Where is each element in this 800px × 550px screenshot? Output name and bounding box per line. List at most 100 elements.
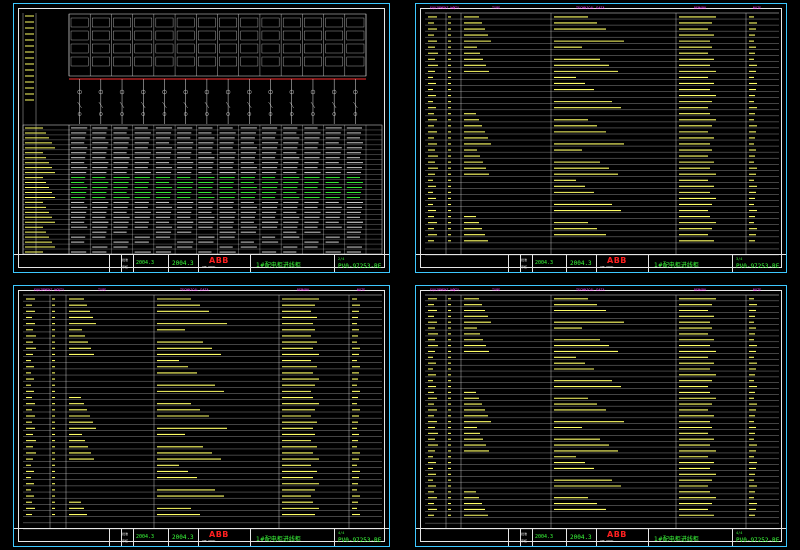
cabinet-compartment — [92, 17, 110, 28]
col-header-remark: REMARK — [694, 288, 707, 292]
date-text: 2004.3 — [535, 260, 554, 266]
col-header-qty: QTY — [453, 288, 460, 292]
cabinet-compartment — [155, 43, 174, 54]
cabinet-compartment — [325, 43, 343, 54]
single-line-diagram — [22, 13, 383, 255]
cabinet-compartment — [219, 30, 237, 41]
approved-label: 批准 — [122, 258, 129, 262]
cabinet-compartment — [261, 56, 280, 67]
cabinet-compartment — [134, 30, 153, 41]
approved-label: 批准 — [521, 258, 528, 262]
cabinet-compartment — [282, 56, 301, 67]
abb-logo: ABB — [209, 256, 229, 265]
cabinet-compartment — [282, 17, 301, 28]
cabinet-compartment — [346, 17, 365, 28]
project-title: 1#配电柜进线柜 — [654, 536, 699, 543]
cabinet-compartment — [219, 17, 237, 28]
project-title: 1#配电柜进线柜 — [654, 262, 699, 269]
col-header-remark: REMARK — [297, 288, 310, 292]
cabinet-compartment — [113, 56, 131, 67]
cabinet-compartment — [155, 30, 174, 41]
cabinet-compartment — [240, 30, 259, 41]
col-header-note: NOTE — [753, 6, 762, 10]
cabinet-compartment — [325, 30, 343, 41]
cabinet-compartment — [176, 43, 195, 54]
cabinet-compartment — [70, 30, 89, 41]
drawing-number: PV0-97253-RE — [338, 537, 382, 544]
cabinet-compartment — [134, 56, 153, 67]
cabinet-compartment — [92, 30, 110, 41]
cabinet-compartment — [198, 43, 216, 54]
drawing-code: 2004.3 — [570, 534, 592, 541]
project-title: 1#配电柜进线柜 — [256, 536, 301, 543]
sheet-number: 4/4 — [338, 531, 345, 535]
cabinet-compartment — [198, 56, 216, 67]
cabinet-compartment — [282, 43, 301, 54]
cabinet-compartment — [155, 56, 174, 67]
title-block: 批准 审核 2004.3 2004.3 ABB ABB CHINA 1#配电柜进… — [416, 254, 786, 272]
sheet-number: 4/4 — [736, 531, 743, 535]
date-text: 2004.3 — [136, 260, 155, 266]
cabinet-compartment — [113, 17, 131, 28]
col-header-type: TYPE — [98, 288, 107, 292]
cabinet-compartment — [70, 43, 89, 54]
cabinet-compartment — [176, 30, 195, 41]
approved-label: 批准 — [521, 532, 528, 536]
date-text: 2004.3 — [136, 534, 155, 540]
logo-subtitle: ABB CHINA — [600, 266, 614, 269]
cabinet-compartment — [134, 17, 153, 28]
equipment-list-table — [425, 294, 779, 530]
cabinet-compartment — [240, 56, 259, 67]
logo-subtitle: ABB CHINA — [600, 540, 614, 543]
col-header-type: TYPE — [492, 288, 501, 292]
drawing-number: PV0-97253-RE — [736, 263, 780, 270]
logo-subtitle: ABB CHINA — [202, 540, 216, 543]
cabinet-compartment — [240, 43, 259, 54]
cabinet-compartment — [282, 30, 301, 41]
col-header-type: TYPE — [492, 6, 501, 10]
cabinet-compartment — [261, 30, 280, 41]
checked-label: 审核 — [122, 265, 129, 269]
cabinet-compartment — [70, 17, 89, 28]
title-block: 批准 审核 2004.3 2004.3 ABB ABB CHINA 1#配电柜进… — [416, 528, 786, 546]
sheet-number: 2/4 — [338, 257, 345, 261]
drawing-sheet-1: 批准 审核 2004.3 2004.3 ABB ABB CHINA 1#配电柜进… — [13, 3, 390, 273]
sheet-number: 3/4 — [736, 257, 743, 261]
checked-label: 审核 — [521, 539, 528, 543]
cabinet-compartment — [113, 43, 131, 54]
cabinet-compartment — [176, 17, 195, 28]
drawing-sheet-2: EQUIPMENT NO QTY TYPE TECHNICAL DATA REM… — [415, 3, 787, 273]
cabinet-compartment — [70, 56, 89, 67]
cabinet-compartment — [176, 56, 195, 67]
col-header-qty: QTY — [58, 288, 65, 292]
checked-label: 审核 — [122, 539, 129, 543]
cabinet-compartment — [198, 30, 216, 41]
cabinet-compartment — [198, 17, 216, 28]
col-header-equipment: EQUIPMENT NO — [430, 6, 455, 10]
cabinet-compartment — [346, 30, 365, 41]
logo-subtitle: ABB CHINA — [202, 266, 216, 269]
drawing-code: 2004.3 — [172, 534, 194, 541]
project-title: 1#配电柜进线柜 — [256, 262, 301, 269]
checked-label: 审核 — [521, 265, 528, 269]
cabinet-compartment — [92, 43, 110, 54]
equipment-list-table — [23, 294, 382, 530]
cabinet-compartment — [325, 17, 343, 28]
col-header-equipment: EQUIPMENT NO — [34, 288, 59, 292]
drawing-number: PV0-97253-RE — [338, 263, 382, 270]
cabinet-compartment — [325, 56, 343, 67]
cabinet-compartment — [219, 56, 237, 67]
abb-logo: ABB — [607, 256, 627, 265]
date-text: 2004.3 — [535, 534, 554, 540]
drawing-number: PV0-97252-RE — [736, 537, 780, 544]
cabinet-compartment — [304, 43, 322, 54]
drawing-code: 2004.3 — [570, 260, 592, 267]
cabinet-compartment — [304, 56, 322, 67]
cabinet-compartment — [346, 56, 365, 67]
col-header-note: NOTE — [753, 288, 762, 292]
col-header-equipment: EQUIPMENT NO — [430, 288, 455, 292]
col-header-qty: QTY — [453, 6, 460, 10]
cabinet-compartment — [92, 56, 110, 67]
equipment-list-table — [425, 12, 779, 256]
cabinet-compartment — [219, 43, 237, 54]
